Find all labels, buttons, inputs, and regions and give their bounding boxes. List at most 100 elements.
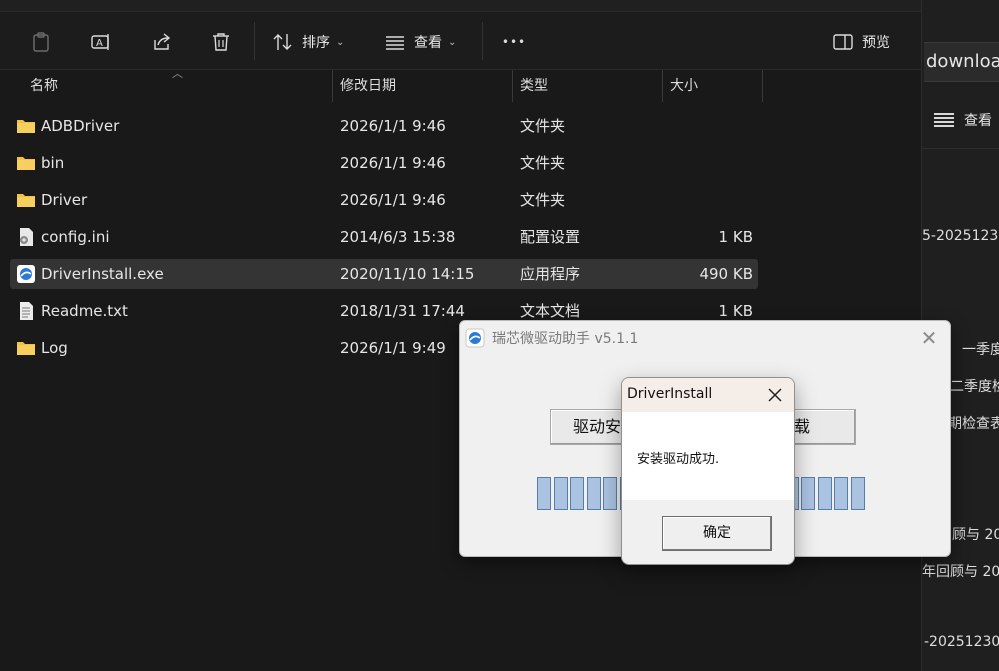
message-box-titlebar: DriverInstall xyxy=(622,378,794,412)
column-header-row: ︿ 名称 修改日期 类型 大小 xyxy=(0,67,921,102)
progress-segment xyxy=(801,477,815,510)
file-row-selected[interactable]: DriverInstall.exe 2020/11/10 14:15 应用程序 … xyxy=(10,259,758,289)
view-list-icon xyxy=(386,36,404,50)
command-bar: A 排序 ⌄ 查看 ⌄ ••• 预览 xyxy=(0,12,921,70)
folder-icon xyxy=(16,117,36,135)
address-bar[interactable]: download xyxy=(924,42,999,82)
close-button[interactable] xyxy=(764,384,786,406)
column-header-size[interactable]: 大小 xyxy=(670,70,698,102)
view-button[interactable]: 查看 xyxy=(934,110,992,130)
settings-file-icon xyxy=(16,228,36,246)
view-label: 查看 xyxy=(964,113,992,129)
list-item[interactable]: 期检查表 xyxy=(948,413,999,433)
list-item[interactable]: 年回顾与 20 xyxy=(922,561,999,581)
file-date: 2014/6/3 15:38 xyxy=(340,228,456,246)
progress-segment xyxy=(817,477,832,510)
exe-app-icon xyxy=(16,265,36,283)
file-size: 1 KB xyxy=(718,228,753,246)
rename-icon: A xyxy=(91,34,109,50)
column-divider[interactable] xyxy=(512,70,513,102)
folder-icon xyxy=(16,191,36,209)
file-type: 应用程序 xyxy=(520,265,581,283)
file-row[interactable]: config.ini 2014/6/3 15:38 配置设置 1 KB xyxy=(10,222,758,252)
file-row[interactable]: Driver 2026/1/1 9:46 文件夹 xyxy=(10,185,758,215)
text-file-icon xyxy=(16,302,36,320)
file-type: 文件夹 xyxy=(520,191,566,209)
list-item[interactable]: -20251230 xyxy=(924,634,999,650)
sort-icon xyxy=(273,34,292,50)
list-item[interactable]: 5-20251230 xyxy=(922,228,999,244)
chevron-down-icon: ⌄ xyxy=(448,36,457,48)
progress-segment xyxy=(586,477,601,510)
message-box: DriverInstall 安装驱动成功. 确定 xyxy=(621,377,795,565)
progress-segment xyxy=(537,477,551,510)
file-row[interactable]: bin 2026/1/1 9:46 文件夹 xyxy=(10,148,758,178)
message-box-title: DriverInstall xyxy=(627,386,713,402)
file-name: ADBDriver xyxy=(41,117,120,135)
list-item[interactable]: 一季度检 xyxy=(962,339,999,359)
paste-button[interactable] xyxy=(28,26,54,58)
file-name: Readme.txt xyxy=(41,302,128,320)
file-type: 配置设置 xyxy=(520,228,581,246)
progress-segment xyxy=(603,477,617,510)
delete-button[interactable] xyxy=(208,26,234,58)
column-divider[interactable] xyxy=(332,70,333,102)
file-date: 2018/1/31 17:44 xyxy=(340,302,465,320)
progress-segment xyxy=(553,477,568,510)
more-options-button[interactable]: ••• xyxy=(500,26,528,58)
message-box-body: 安装驱动成功. xyxy=(622,412,794,500)
divider xyxy=(922,148,999,149)
clipboard-icon xyxy=(33,32,49,52)
trash-icon xyxy=(213,33,229,51)
window-title: 瑞芯微驱动助手 v5.1.1 xyxy=(492,331,639,347)
progress-segment xyxy=(850,477,865,510)
file-date: 2026/1/1 9:46 xyxy=(340,117,446,135)
file-name: Log xyxy=(41,339,68,357)
share-button[interactable] xyxy=(148,26,174,58)
rename-button[interactable]: A xyxy=(88,26,114,58)
preview-pane-icon xyxy=(833,34,853,50)
file-size: 490 KB xyxy=(699,265,753,283)
list-item[interactable]: 顾与 20 xyxy=(952,524,999,544)
file-date: 2026/1/1 9:46 xyxy=(340,191,446,209)
column-divider[interactable] xyxy=(662,70,663,102)
file-date: 2026/1/1 9:46 xyxy=(340,154,446,172)
close-button[interactable]: ✕ xyxy=(914,323,944,353)
svg-text:A: A xyxy=(96,38,103,49)
view-label: 查看 xyxy=(414,35,442,51)
chevron-down-icon: ⌄ xyxy=(336,36,345,48)
toolbar-separator xyxy=(482,22,483,60)
file-type: 文件夹 xyxy=(520,154,566,172)
explorer-top-strip xyxy=(0,0,921,12)
file-name: bin xyxy=(41,154,65,172)
ok-button[interactable]: 确定 xyxy=(662,516,772,551)
file-name: DriverInstall.exe xyxy=(41,265,164,283)
toolbar-separator xyxy=(254,22,255,60)
preview-label: 预览 xyxy=(862,35,890,51)
share-icon xyxy=(154,33,171,50)
view-list-icon xyxy=(934,113,954,127)
close-icon xyxy=(768,388,782,402)
folder-icon xyxy=(16,339,36,357)
folder-icon xyxy=(16,154,36,172)
file-type: 文件夹 xyxy=(520,117,566,135)
file-date: 2026/1/1 9:49 xyxy=(340,339,446,357)
column-divider[interactable] xyxy=(762,70,763,102)
sort-ascending-icon: ︿ xyxy=(172,67,183,80)
progress-segment xyxy=(570,477,584,510)
column-header-date[interactable]: 修改日期 xyxy=(340,70,396,102)
view-button[interactable]: 查看 ⌄ xyxy=(384,26,456,58)
app-icon xyxy=(465,328,485,348)
column-header-name[interactable]: 名称 xyxy=(30,70,58,102)
file-name: config.ini xyxy=(41,228,110,246)
address-text: download xyxy=(926,51,999,72)
file-row[interactable]: ADBDriver 2026/1/1 9:46 文件夹 xyxy=(10,111,758,141)
progress-segment xyxy=(834,477,848,510)
message-text: 安装驱动成功. xyxy=(637,452,720,467)
preview-pane-button[interactable]: 预览 xyxy=(832,26,890,58)
list-item[interactable]: 二季度检 xyxy=(950,376,999,396)
column-header-type[interactable]: 类型 xyxy=(520,70,548,102)
sort-button[interactable]: 排序 ⌄ xyxy=(272,26,344,58)
file-name: Driver xyxy=(41,191,88,209)
sort-label: 排序 xyxy=(302,35,330,51)
